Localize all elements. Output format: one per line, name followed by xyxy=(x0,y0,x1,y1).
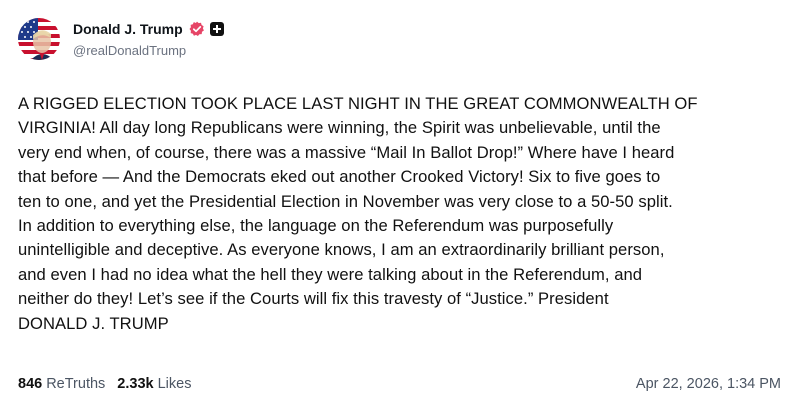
post-text-line: very end when, of course, there was a ma… xyxy=(18,142,675,162)
retruths-count: 846 xyxy=(18,376,43,392)
post-text-line: A RIGGED ELECTION TOOK PLACE LAST NIGHT … xyxy=(18,94,698,113)
post-text-line: unintelligible and deceptive. As everyon… xyxy=(18,240,665,260)
avatar-flag-image xyxy=(18,18,60,60)
post-footer: 846 ReTruths 2.33k Likes Apr 22, 2026, 1… xyxy=(18,374,781,394)
likes-count: 2.33k xyxy=(117,376,154,392)
post-text-line: In addition to everything else, the lang… xyxy=(18,216,614,236)
retruths-count-link[interactable]: 846 ReTruths xyxy=(18,376,105,392)
avatar[interactable] xyxy=(18,18,60,60)
verified-badge-icon xyxy=(189,21,205,37)
post-text: A RIGGED ELECTION TOOK PLACE LAST NIGHT … xyxy=(18,92,788,336)
retruths-label: ReTruths xyxy=(46,376,106,392)
post-text-line: VIRGINIA! All day long Republicans were … xyxy=(18,118,661,138)
post-text-line: neither do they! Let’s see if the Courts… xyxy=(18,289,609,309)
post-text-line: DONALD J. TRUMP xyxy=(18,313,169,333)
post-text-line: that before — And the Democrats eked out… xyxy=(18,167,661,187)
author-handle[interactable]: @realDonaldTrump xyxy=(73,43,186,58)
likes-count-link[interactable]: 2.33k Likes xyxy=(117,376,191,392)
likes-label: Likes xyxy=(157,376,192,392)
author-name-row: Donald J. Trump xyxy=(73,20,224,38)
plus-badge-icon xyxy=(209,22,224,36)
post-text-line: and even I had no idea what the hell the… xyxy=(18,264,643,284)
post-timestamp[interactable]: Apr 22, 2026, 1:34 PM xyxy=(636,376,781,392)
post-card: Donald J. Trump @realDonaldTrump A RIGGE… xyxy=(0,0,800,410)
author-display-name[interactable]: Donald J. Trump xyxy=(73,21,183,37)
post-text-line: ten to one, and yet the Presidential Ele… xyxy=(18,191,673,211)
